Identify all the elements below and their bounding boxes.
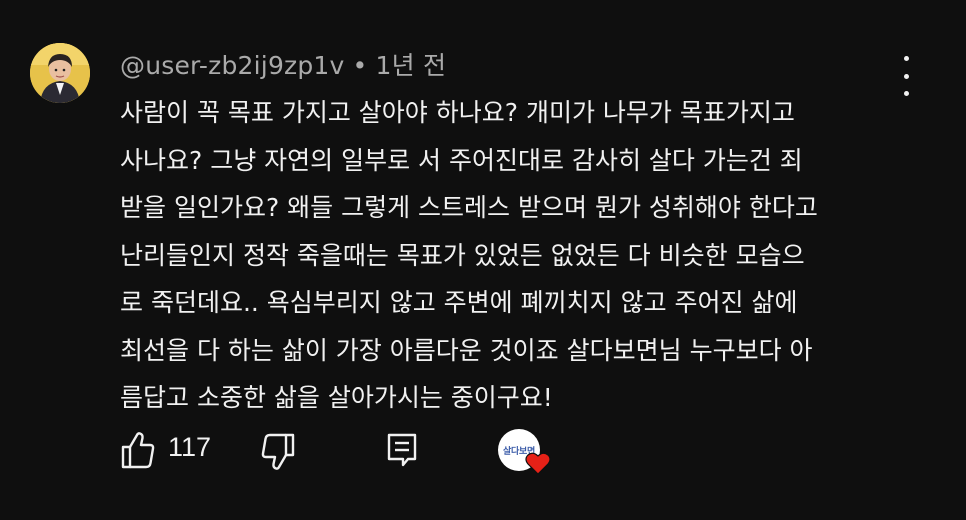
user-avatar[interactable] xyxy=(30,43,90,103)
comment-text: 사람이 꼭 목표 가지고 살아야 하나요? 개미가 나무가 목표가지고 사나요?… xyxy=(120,89,890,422)
comment-line: 로 죽던데요.. 욕심부리지 않고 주변에 폐끼치지 않고 주어진 삶에 xyxy=(120,288,798,317)
comment-line: 난리들인지 정작 죽을때는 목표가 있었든 없었든 다 비슷한 모습으 xyxy=(120,240,805,270)
more-vertical-icon[interactable] xyxy=(893,56,919,96)
like-count: 117 xyxy=(168,432,212,462)
reply-comment-icon xyxy=(387,433,417,467)
author-name[interactable]: @user-zb2ij9zp1v xyxy=(120,51,345,80)
thumbs-up-icon xyxy=(121,432,155,469)
meta-separator: • xyxy=(352,51,368,80)
comment-meta: @user-zb2ij9zp1v • 1년 전 xyxy=(120,46,446,82)
comment-line: 받을 일인가요? 왜들 그렇게 스트레스 받으며 뭔가 성취해야 한다고 xyxy=(120,193,818,222)
heart-icon xyxy=(525,452,551,475)
comment-line: 사람이 꼭 목표 가지고 살아야 하나요? 개미가 나무가 목표가지고 xyxy=(120,98,795,127)
comment-line: 사나요? 그냥 자연의 일부로 서 주어진대로 감사히 살다 가는건 죄 xyxy=(120,145,803,175)
dislike-button[interactable] xyxy=(260,432,296,472)
creator-heart-badge: 살다보면 xyxy=(498,429,554,477)
reply-button[interactable] xyxy=(386,432,418,468)
comment-line: 최선을 다 하는 삶이 가장 아름다운 것이죠 살다보면님 누구보다 아 xyxy=(120,335,813,365)
comment-timestamp[interactable]: 1년 전 xyxy=(376,51,447,80)
thumbs-down-icon xyxy=(261,433,295,470)
user-avatar-image xyxy=(30,43,90,103)
like-button[interactable] xyxy=(120,430,156,470)
comment-line: 름답고 소중한 삶을 살아가시는 중이구요! xyxy=(120,383,553,412)
